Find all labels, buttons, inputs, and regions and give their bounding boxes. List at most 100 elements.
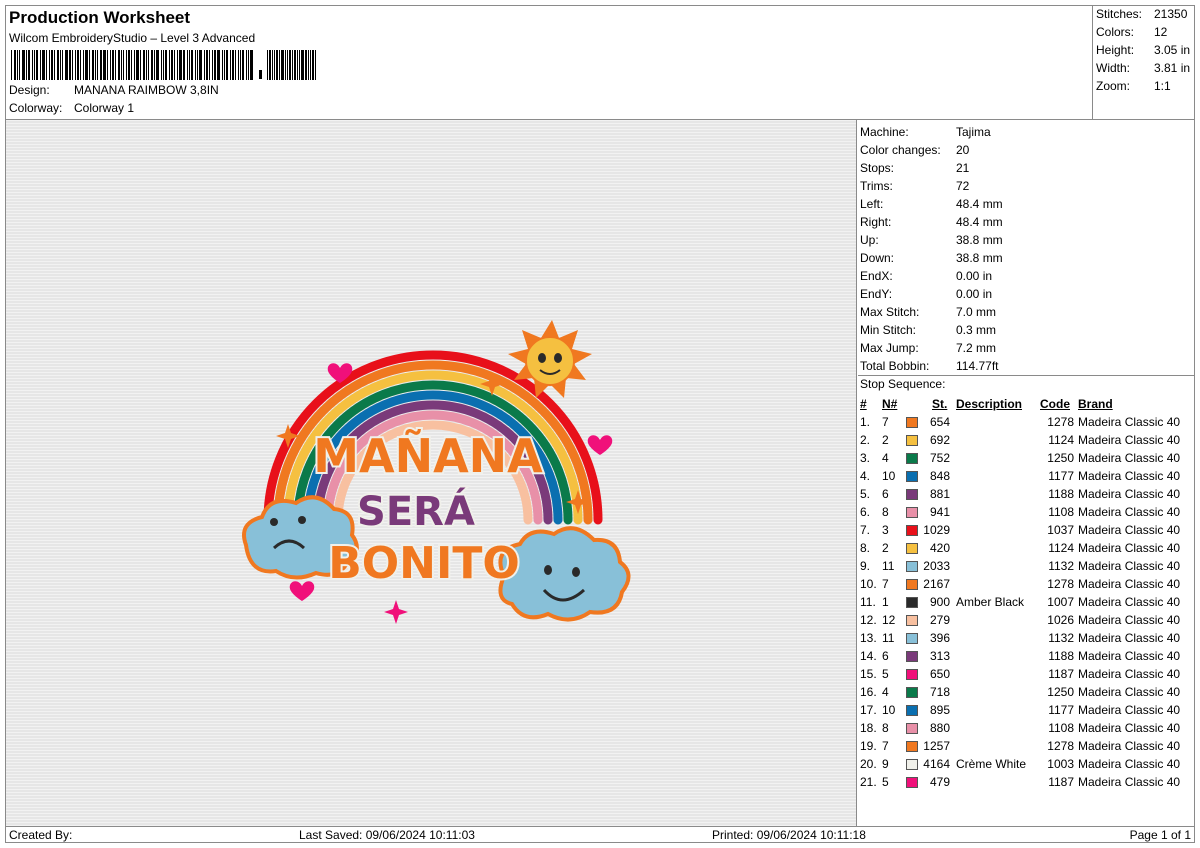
stop-index: 11. (860, 595, 876, 609)
color-swatch (906, 633, 918, 644)
design-row: Design: MANANA RAIMBOW 3,8IN (9, 83, 219, 97)
thread-brand: Madeira Classic 40 (1078, 559, 1181, 573)
needle-number: 5 (882, 667, 889, 681)
thread-code: 1003 (1047, 757, 1074, 771)
summary-value: 12 (1154, 25, 1168, 39)
stop-index: 6. (860, 505, 871, 519)
sparkle-icon (384, 600, 408, 624)
color-swatch (906, 561, 918, 572)
stop-index: 21. (860, 775, 877, 789)
color-swatch (906, 687, 918, 698)
color-swatch (906, 615, 918, 626)
thread-brand: Madeira Classic 40 (1078, 649, 1181, 663)
thread-code: 1007 (1047, 595, 1074, 609)
color-swatch (906, 651, 918, 662)
machine-info-value: 48.4 mm (956, 215, 1003, 229)
thread-brand: Madeira Classic 40 (1078, 685, 1181, 699)
needle-number: 10 (882, 703, 896, 717)
stop-sequence-row: 12. 12 279 1026 Madeira Classic 40 (860, 611, 1194, 629)
summary-row: Height: 3.05 in (1096, 43, 1190, 57)
needle-number: 10 (882, 469, 896, 483)
design-preview: MAÑANA SERÁ BONITO (6, 120, 857, 826)
thread-code: 1124 (1048, 433, 1074, 447)
thread-code: 1108 (1048, 505, 1074, 519)
barcode (11, 50, 316, 80)
machine-info-label: Right: (860, 215, 892, 229)
stitch-count: 479 (929, 775, 950, 789)
machine-info-value: 21 (956, 161, 970, 175)
design-text-line-2: SERÁ (357, 487, 475, 535)
stop-index: 12. (860, 613, 877, 627)
machine-info-value: 114.77ft (956, 359, 999, 373)
stop-sequence-row: 8. 2 420 1124 Madeira Classic 40 (860, 539, 1194, 557)
summary-value: 21350 (1154, 7, 1188, 21)
thread-brand: Madeira Classic 40 (1078, 667, 1181, 681)
stop-index: 13. (860, 631, 877, 645)
stop-sequence-row: 1. 7 654 1278 Madeira Classic 40 (860, 413, 1194, 431)
machine-info-value: 7.2 mm (956, 341, 997, 355)
machine-info-label: Up: (860, 233, 879, 247)
thread-description: Amber Black (956, 595, 1025, 609)
thread-code: 1250 (1047, 685, 1074, 699)
thread-brand: Madeira Classic 40 (1078, 631, 1181, 645)
stop-index: 15. (860, 667, 877, 681)
machine-info-row: Min Stitch: 0.3 mm (860, 321, 996, 339)
worksheet-footer: Created By: Last Saved: 09/06/2024 10:11… (6, 827, 1194, 843)
stitch-count: 692 (929, 433, 950, 447)
stop-sequence-row: 3. 4 752 1250 Madeira Classic 40 (860, 449, 1194, 467)
stop-index: 10. (860, 577, 877, 591)
stop-sequence-row: 17. 10 895 1177 Madeira Classic 40 (860, 701, 1194, 719)
color-swatch (906, 543, 918, 554)
color-swatch (906, 435, 918, 446)
machine-info-row: EndY: 0.00 in (860, 285, 992, 303)
stop-sequence-row: 19. 7 1257 1278 Madeira Classic 40 (860, 737, 1194, 755)
heart-icon (587, 435, 613, 455)
machine-info-value: 0.00 in (956, 287, 993, 301)
stitch-count: 880 (929, 721, 950, 735)
machine-info-label: Min Stitch: (860, 323, 917, 337)
stop-sequence-row: 2. 2 692 1124 Madeira Classic 40 (860, 431, 1194, 449)
col-n-header: N# (882, 397, 898, 411)
summary-label: Stitches: (1096, 7, 1143, 21)
color-swatch (906, 597, 918, 608)
thread-code: 1250 (1047, 451, 1074, 465)
machine-info-label: Trims: (860, 179, 893, 193)
stitch-count: 900 (929, 595, 950, 609)
machine-info-value: 48.4 mm (956, 197, 1003, 211)
machine-info-row: Down: 38.8 mm (860, 249, 1003, 267)
needle-number: 7 (882, 415, 889, 429)
machine-info-row: Up: 38.8 mm (860, 231, 1003, 249)
stop-index: 19. (860, 739, 877, 753)
summary-row: Width: 3.81 in (1096, 61, 1190, 75)
stop-index: 14. (860, 649, 877, 663)
color-swatch (906, 417, 918, 428)
col-code-header: Code (1040, 397, 1070, 411)
needle-number: 8 (882, 721, 889, 735)
needle-number: 11 (882, 559, 895, 573)
needle-number: 4 (882, 685, 889, 699)
col-desc-header: Description (956, 397, 1023, 411)
color-swatch (906, 723, 918, 734)
thread-code: 1187 (1048, 775, 1074, 789)
color-swatch (906, 507, 918, 518)
sun-icon (508, 320, 592, 398)
summary-label: Width: (1096, 61, 1131, 75)
stitch-count: 2167 (923, 577, 950, 591)
machine-info-value: 0.00 in (956, 269, 993, 283)
summary-row: Colors: 12 (1096, 25, 1167, 39)
thread-code: 1278 (1047, 739, 1074, 753)
last-saved: Last Saved: 09/06/2024 10:11:03 (299, 828, 475, 842)
machine-info-label: Down: (860, 251, 895, 265)
color-swatch (906, 525, 918, 536)
stop-sequence-row: 16. 4 718 1250 Madeira Classic 40 (860, 683, 1194, 701)
stop-index: 18. (860, 721, 877, 735)
stop-index: 3. (860, 451, 871, 465)
colorway-row: Colorway: Colorway 1 (9, 101, 134, 115)
worksheet-header: Production Worksheet Wilcom EmbroiderySt… (6, 6, 1092, 119)
col-idx-header: # (860, 397, 867, 411)
design-text-line-1: MAÑANA (313, 429, 543, 483)
stitch-count: 654 (929, 415, 950, 429)
software-name: Wilcom EmbroideryStudio – Level 3 Advanc… (9, 31, 256, 45)
stop-sequence-header: # N# St. Description Code Brand (860, 395, 1194, 413)
summary-panel: Stitches: 21350 Colors: 12 Height: 3.05 in … (1092, 6, 1195, 119)
